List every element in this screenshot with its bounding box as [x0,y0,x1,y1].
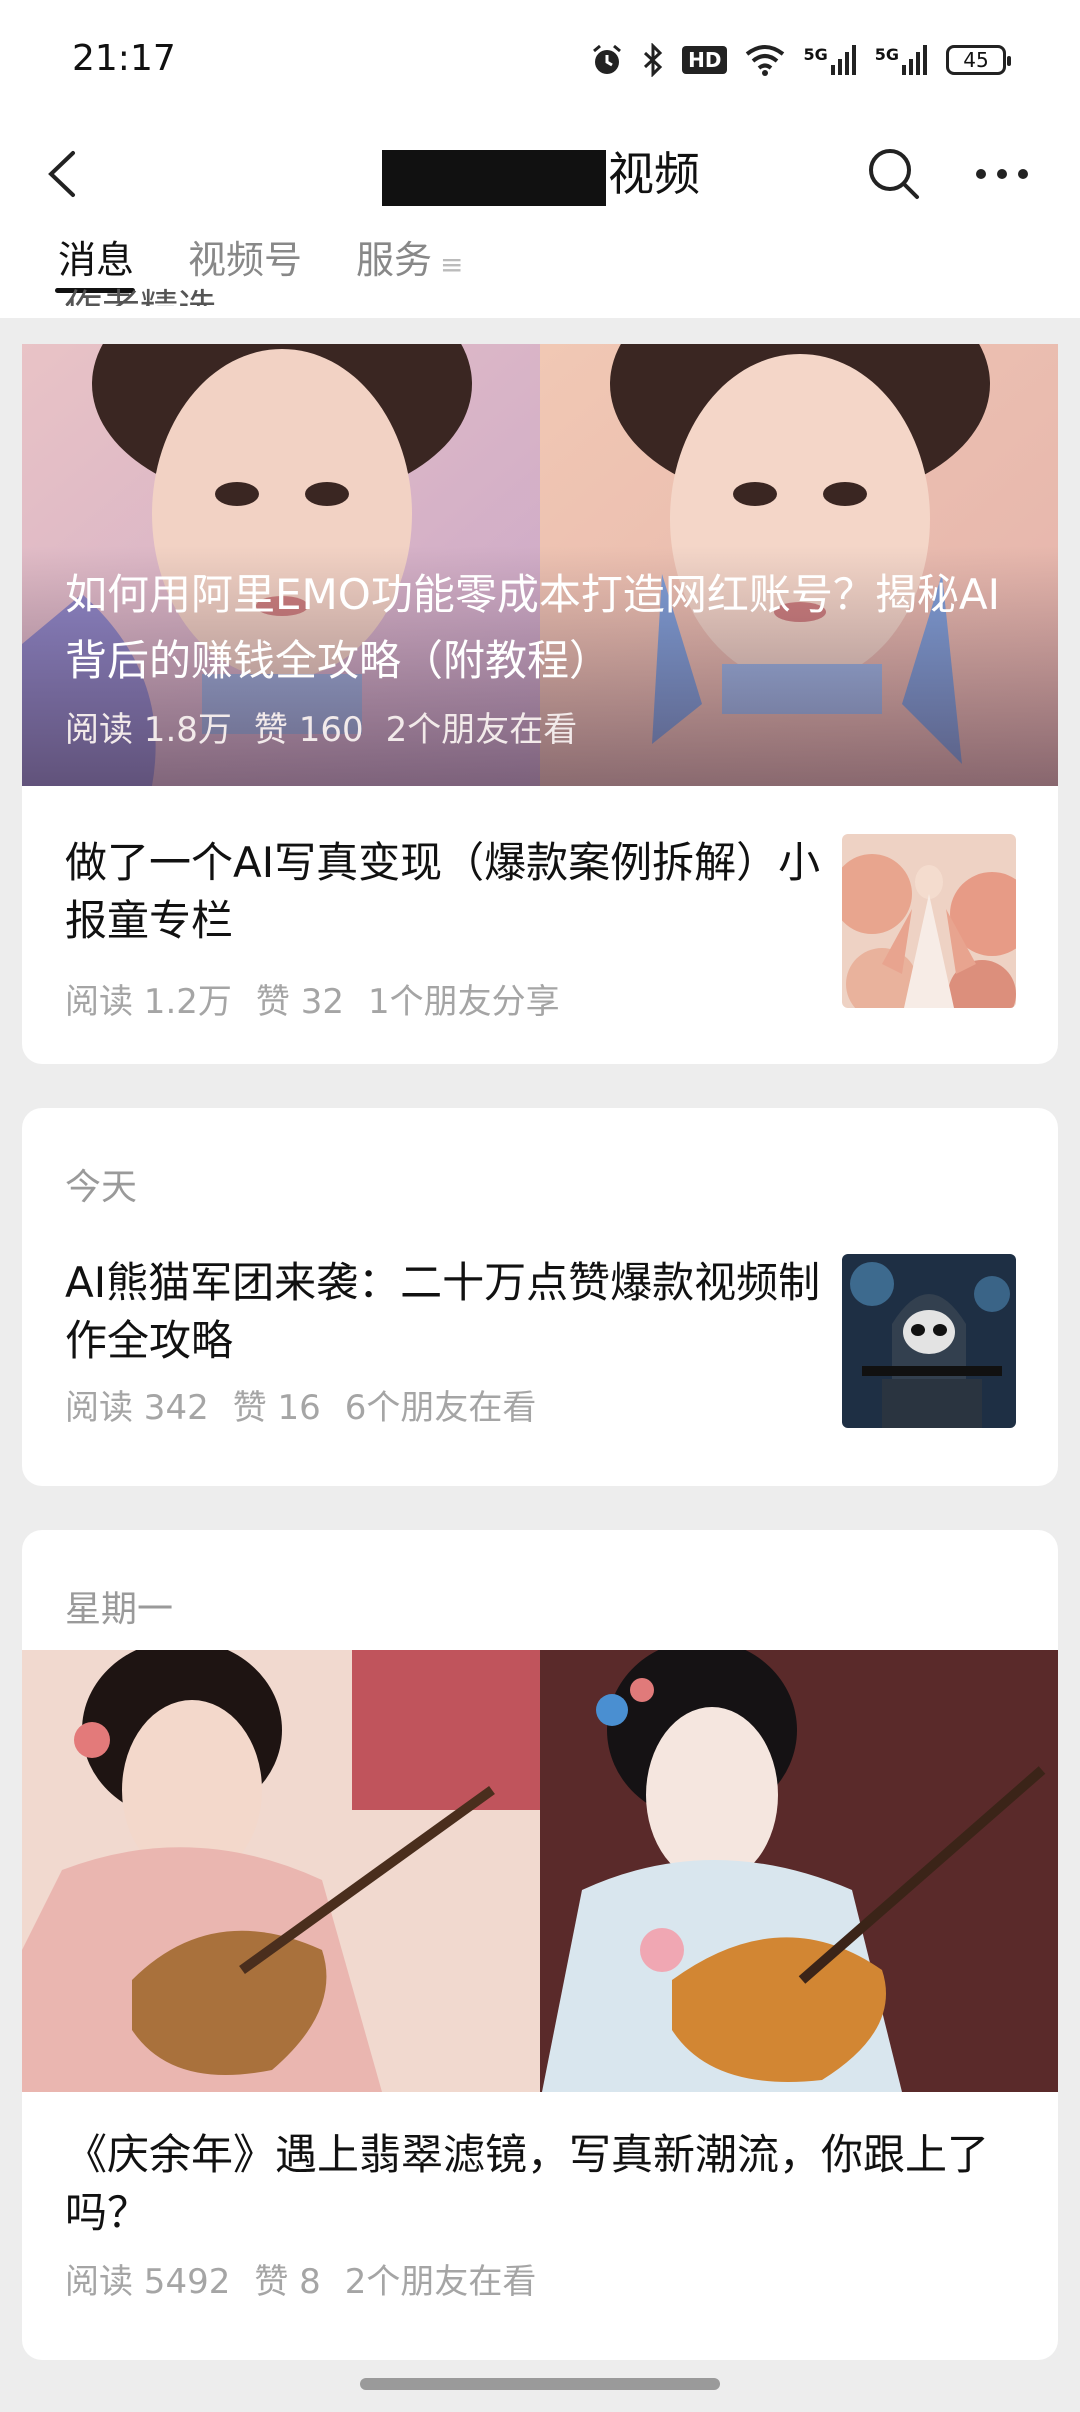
tab-services[interactable]: 服务 [356,232,432,288]
like-count: 赞 16 [232,1388,321,1428]
hero-article-meta: 阅读 1.8万赞 160 2个朋友在看 [65,702,599,751]
tab-channels[interactable]: 视频号 [188,232,302,288]
bluetooth-icon [642,43,664,77]
alarm-icon [590,43,624,77]
group-date-label: 星期一 [65,1589,174,1630]
article-thumbnail [842,1254,1016,1428]
friends-note: 2个朋友在看 [385,710,578,750]
article-row[interactable]: 《庆余年》遇上翡翠滤镜，写真新潮流，你跟上了吗？ 阅读 5492 赞 8 2个朋友在… [22,2126,1058,2316]
tab-messages[interactable]: 消息 [58,232,134,288]
nav-header: 视频 [0,120,1080,228]
article-group-monday: 星期一 《庆余年》遇上翡翠滤镜，写真新潮流，你跟上了吗？ 阅读 5492 赞 8… [22,1530,1058,2360]
hero-article-title: 如何用阿里EMO功能零成本打造网红账号？揭秘AI背后的赚钱全攻略（附教程） [65,570,1000,685]
page-title-text: 视频 [608,147,700,201]
read-count: 阅读 5492 [65,2262,231,2302]
article-thumbnail [842,834,1016,1008]
like-count: 赞 32 [255,982,344,1022]
article-row[interactable]: AI熊猫军团来袭：二十万点赞爆款视频制作全攻略 阅读 342 赞 16 6个朋友在看 [22,1254,1058,1444]
hd-icon: HD [682,46,728,74]
section-title-clipped: 作者精选 [64,286,216,306]
friends-note: 1个朋友分享 [367,982,560,1022]
article-title: AI熊猫军团来袭：二十万点赞爆款视频制作全攻略 [65,1258,821,1365]
friends-note: 6个朋友在看 [344,1388,537,1428]
chevron-left-icon [48,151,75,197]
net1-label: 5G [803,45,828,64]
signal-5g-icon-1: 5G [803,45,856,75]
read-count: 阅读 342 [65,1388,209,1428]
wifi-icon [745,44,785,76]
status-time: 21:17 [72,38,176,79]
menu-lines-icon: ≡ [440,248,464,281]
article-row[interactable]: 做了一个AI写真变现（爆款案例拆解）小报童专栏 阅读 1.2万赞 32 1个朋友分… [22,834,1058,1024]
group-date-label: 今天 [65,1167,138,1208]
search-icon [869,149,919,199]
article-title: 《庆余年》遇上翡翠滤镜，写真新潮流，你跟上了吗？ [65,2130,990,2237]
battery-level: 45 [963,48,989,72]
search-button[interactable] [862,142,926,206]
redaction-block [382,150,606,206]
tab-bar: 消息 视频号 服务 ≡ 作者精选 [0,228,1080,318]
friends-note: 2个朋友在看 [344,2262,537,2302]
more-button[interactable] [970,142,1034,206]
net2-label: 5G [874,45,899,64]
more-dots-icon [976,169,1028,179]
read-count: 阅读 1.8万 [65,710,232,750]
status-bar: 21:17 HD 5G 5G 45 [0,0,1080,120]
status-icons: HD 5G 5G 45 [590,40,1011,80]
like-count: 赞 160 [253,710,364,750]
article-meta: 阅读 5492 赞 8 2个朋友在看 [65,2254,560,2303]
article-group-today: 今天 AI熊猫军团来袭：二十万点赞爆款视频制作全攻略 阅读 342 赞 16 6个朋… [22,1108,1058,1486]
article-meta: 阅读 342 赞 16 6个朋友在看 [65,1380,560,1429]
article-meta: 阅读 1.2万赞 32 1个朋友分享 [65,974,584,1023]
home-indicator[interactable] [360,2378,720,2390]
article-cover-image [22,1650,1058,2092]
read-count: 阅读 1.2万 [65,982,232,1022]
signal-5g-icon-2: 5G [875,45,928,75]
article-card-featured: 如何用阿里EMO功能零成本打造网红账号？揭秘AI背后的赚钱全攻略（附教程） 阅读… [22,344,1058,1064]
article-cover[interactable] [22,1650,1058,2092]
battery-icon: 45 [946,45,1011,75]
hero-article[interactable]: 如何用阿里EMO功能零成本打造网红账号？揭秘AI背后的赚钱全攻略（附教程） 阅读… [22,344,1058,786]
back-button[interactable] [30,142,94,206]
like-count: 赞 8 [254,2262,321,2302]
article-title: 做了一个AI写真变现（爆款案例拆解）小报童专栏 [65,838,821,945]
